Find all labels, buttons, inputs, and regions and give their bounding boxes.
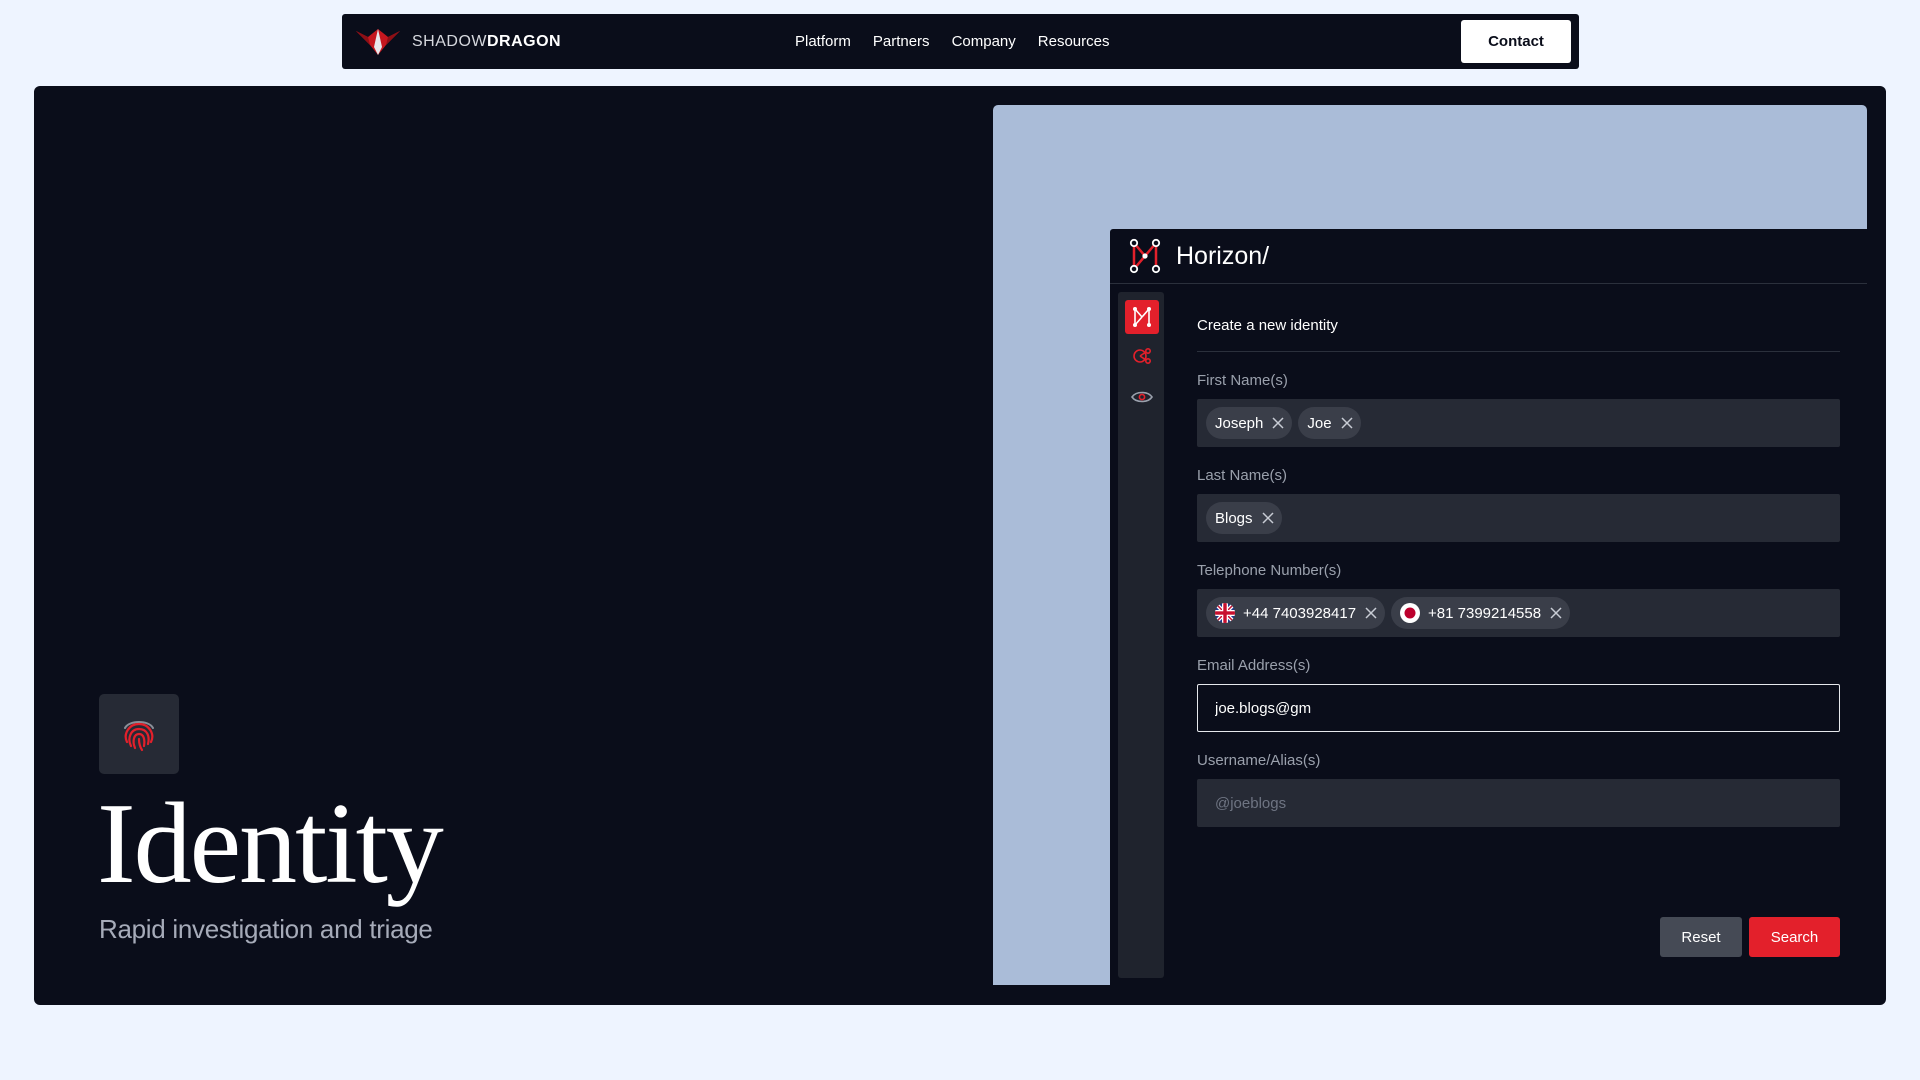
app-title: Horizon/ [1176,241,1270,270]
username-input[interactable] [1215,794,1840,812]
first-names-field[interactable]: Joseph Joe [1197,399,1840,447]
close-icon[interactable] [1271,416,1285,430]
hero-subtitle: Rapid investigation and triage [99,914,433,944]
chip-label: Joe [1307,414,1332,432]
dragon-logo-icon [356,28,400,55]
sidebar-item-monitor[interactable] [1125,380,1159,414]
chip-label: Blogs [1215,509,1253,527]
hero-section: Identity Rapid investigation and triage … [34,86,1886,1005]
email-input[interactable] [1215,699,1839,717]
horizon-app-window: Horizon/ Create a new identity First Nam… [1110,229,1867,985]
create-identity-form: Create a new identity First Name(s) Jose… [1197,285,1840,827]
last-names-field[interactable]: Blogs [1197,494,1840,542]
brand[interactable]: SHADOWDRAGON [354,14,561,69]
first-name-chip[interactable]: Joe [1298,407,1361,439]
last-names-label: Last Name(s) [1197,467,1288,484]
fingerprint-icon [124,721,154,752]
uk-flag-icon [1215,603,1235,623]
reset-button[interactable]: Reset [1660,917,1742,957]
app-header: Horizon/ [1110,229,1867,284]
phone-number: +44 7403928417 [1243,604,1357,622]
phones-field[interactable]: +44 7403928417 +81 7399214558 [1197,589,1840,637]
japan-flag-icon [1400,603,1421,623]
phone-chip[interactable]: +44 7403928417 [1206,597,1386,629]
phone-number: +81 7399214558 [1428,604,1542,622]
form-heading: Create a new identity [1197,285,1840,352]
sidebar-item-identity[interactable] [1125,300,1159,334]
close-icon[interactable] [1549,606,1563,620]
first-name-chip[interactable]: Joseph [1206,407,1293,439]
close-icon[interactable] [1364,606,1378,620]
close-icon[interactable] [1340,416,1354,430]
main-nav: Platform Partners Company Resources [795,14,1109,69]
brand-name: SHADOWDRAGON [412,32,562,50]
horizon-graph-icon [1133,307,1151,327]
close-icon[interactable] [1261,511,1275,525]
hero-title: Identity [97,780,444,908]
share-network-icon [1133,347,1152,365]
phone-chip[interactable]: +81 7399214558 [1391,597,1571,629]
app-sidebar [1118,292,1164,978]
username-label: Username/Alias(s) [1197,752,1321,769]
username-field[interactable] [1197,779,1840,827]
contact-button[interactable]: Contact [1461,20,1571,63]
nav-link-company[interactable]: Company [952,33,1016,50]
form-actions: Reset Search [1660,917,1840,957]
sidebar-item-network[interactable] [1125,339,1159,373]
horizon-logo-icon [1129,238,1161,274]
chip-label: Joseph [1215,414,1264,432]
phones-label: Telephone Number(s) [1197,562,1342,579]
search-button[interactable]: Search [1749,917,1840,957]
fingerprint-badge [99,694,179,774]
product-mockup: Horizon/ Create a new identity First Nam… [993,105,1867,985]
first-names-label: First Name(s) [1197,372,1288,389]
email-field[interactable] [1197,684,1840,732]
nav-link-platform[interactable]: Platform [795,33,851,50]
top-navigation-bar: SHADOWDRAGON Platform Partners Company R… [342,14,1579,69]
last-name-chip[interactable]: Blogs [1206,502,1282,534]
email-label: Email Address(s) [1197,657,1311,674]
eye-icon [1131,391,1153,403]
nav-link-resources[interactable]: Resources [1038,33,1110,50]
nav-link-partners[interactable]: Partners [873,33,930,50]
